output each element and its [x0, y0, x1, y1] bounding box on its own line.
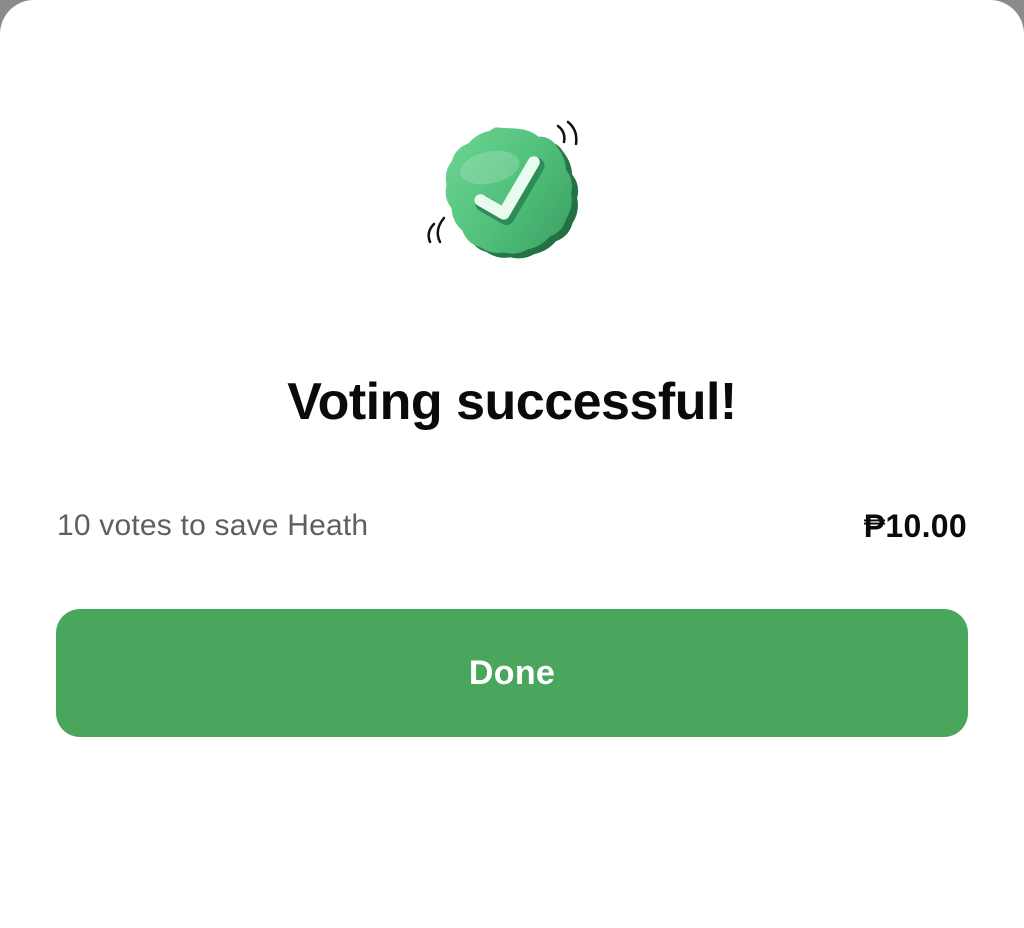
- vote-amount: ₱10.00: [863, 507, 967, 544]
- done-button[interactable]: Done: [56, 609, 968, 737]
- vote-description: 10 votes to save Heath: [57, 509, 369, 542]
- verified-check-badge-icon: [412, 112, 592, 262]
- vote-summary-row: 10 votes to save Heath ₱10.00: [57, 504, 967, 548]
- success-bottom-sheet: Voting successful! 10 votes to save Heat…: [0, 0, 1024, 928]
- success-title: Voting successful!: [287, 373, 737, 431]
